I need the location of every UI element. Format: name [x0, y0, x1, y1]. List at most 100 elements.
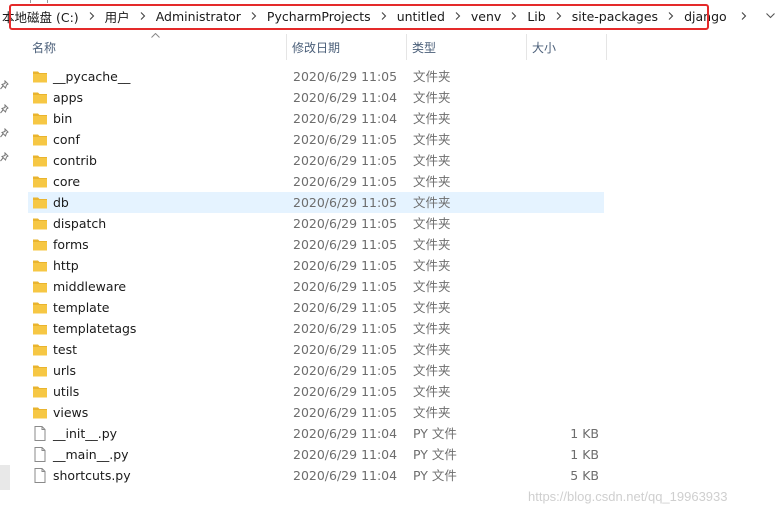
file-type: 文件夹: [413, 279, 451, 294]
file-type: 文件夹: [413, 342, 451, 357]
file-date: 2020/6/29 11:05: [293, 153, 398, 168]
column-header-type[interactable]: 类型: [407, 34, 526, 60]
folder-icon: [33, 302, 47, 314]
chevron-right-icon: [89, 12, 94, 20]
nav-pane-scroll-strip[interactable]: [0, 465, 10, 490]
chevron-right-icon: [556, 12, 561, 20]
file-row[interactable]: templatetags 2020/6/29 11:05 文件夹: [28, 318, 604, 339]
address-history-dropdown[interactable]: [760, 3, 780, 29]
column-header-size-label: 大小: [532, 40, 557, 55]
breadcrumb-item[interactable]: django: [679, 9, 732, 24]
file-row[interactable]: __main__.py 2020/6/29 11:04 PY 文件 1 KB: [28, 444, 604, 465]
folder-icon: [33, 113, 47, 125]
file-row[interactable]: core 2020/6/29 11:05 文件夹: [28, 171, 604, 192]
breadcrumb-item[interactable]: 用户: [100, 7, 135, 26]
file-row[interactable]: views 2020/6/29 11:05 文件夹: [28, 402, 604, 423]
file-name: urls: [53, 363, 77, 378]
file-name: core: [53, 174, 81, 189]
chevron-right-icon: [455, 12, 461, 20]
file-name: bin: [53, 111, 73, 126]
file-type: 文件夹: [413, 111, 451, 126]
breadcrumb-item[interactable]: venv: [466, 9, 506, 24]
file-date: 2020/6/29 11:05: [293, 279, 398, 294]
file-row[interactable]: apps 2020/6/29 11:04 文件夹: [28, 87, 604, 108]
file-row[interactable]: template 2020/6/29 11:05 文件夹: [28, 297, 604, 318]
breadcrumb-separator[interactable]: [84, 8, 100, 24]
sort-ascending-icon: [151, 33, 160, 38]
pin-icon[interactable]: [0, 80, 10, 90]
breadcrumb-separator[interactable]: [506, 8, 522, 24]
breadcrumb-separator[interactable]: [376, 8, 392, 24]
file-row[interactable]: dispatch 2020/6/29 11:05 文件夹: [28, 213, 604, 234]
breadcrumb-separator[interactable]: [450, 8, 466, 24]
file-type: 文件夹: [413, 321, 451, 336]
file-icon: [34, 447, 46, 462]
file-type: 文件夹: [413, 258, 451, 273]
breadcrumb-item[interactable]: PycharmProjects: [262, 9, 376, 24]
file-type: PY 文件: [413, 468, 457, 483]
folder-icon: [33, 344, 47, 356]
file-row[interactable]: middleware 2020/6/29 11:05 文件夹: [28, 276, 604, 297]
file-type: 文件夹: [413, 90, 451, 105]
breadcrumb-item[interactable]: untitled: [392, 9, 450, 24]
pin-icon[interactable]: [0, 104, 10, 114]
file-type: PY 文件: [413, 426, 457, 441]
watermark-text: https://blog.csdn.net/qq_19963933: [528, 489, 728, 504]
file-icon: [34, 426, 46, 441]
breadcrumb-separator[interactable]: [135, 8, 151, 24]
file-name: utils: [53, 384, 80, 399]
column-header-date[interactable]: 修改日期: [287, 34, 406, 60]
breadcrumb-separator[interactable]: [736, 8, 752, 24]
file-row[interactable]: bin 2020/6/29 11:04 文件夹: [28, 108, 604, 129]
column-divider[interactable]: [606, 34, 607, 60]
folder-icon: [33, 239, 47, 251]
breadcrumb-item[interactable]: Administrator: [151, 9, 246, 24]
file-date: 2020/6/29 11:04: [293, 426, 398, 441]
file-date: 2020/6/29 11:05: [293, 69, 398, 84]
file-row[interactable]: shortcuts.py 2020/6/29 11:04 PY 文件 5 KB: [28, 465, 604, 486]
breadcrumb-separator[interactable]: [246, 8, 262, 24]
file-row[interactable]: test 2020/6/29 11:05 文件夹: [28, 339, 604, 360]
breadcrumb-item[interactable]: Lib: [522, 9, 550, 24]
file-date: 2020/6/29 11:05: [293, 195, 398, 210]
file-date: 2020/6/29 11:05: [293, 405, 398, 420]
file-row[interactable]: http 2020/6/29 11:05 文件夹: [28, 255, 604, 276]
folder-icon: [33, 281, 47, 293]
chevron-right-icon: [511, 12, 517, 20]
file-date: 2020/6/29 11:04: [293, 468, 398, 483]
breadcrumb-item[interactable]: 本地磁盘 (C:): [0, 7, 84, 26]
file-type: 文件夹: [413, 153, 451, 168]
breadcrumb-item[interactable]: site-packages: [567, 9, 663, 24]
breadcrumb-separator[interactable]: [551, 8, 567, 24]
file-row[interactable]: forms 2020/6/29 11:05 文件夹: [28, 234, 604, 255]
file-row[interactable]: contrib 2020/6/29 11:05 文件夹: [28, 150, 604, 171]
file-row[interactable]: utils 2020/6/29 11:05 文件夹: [28, 381, 604, 402]
file-name: forms: [53, 237, 89, 252]
folder-icon: [33, 386, 47, 398]
file-name: __main__.py: [53, 447, 129, 462]
file-row[interactable]: __init__.py 2020/6/29 11:04 PY 文件 1 KB: [28, 423, 604, 444]
breadcrumb-separator[interactable]: [663, 8, 679, 24]
column-header-date-label: 修改日期: [292, 40, 341, 55]
chevron-down-icon: [765, 13, 775, 19]
breadcrumb-segment: PycharmProjects: [262, 8, 392, 24]
file-date: 2020/6/29 11:05: [293, 321, 398, 336]
file-row[interactable]: urls 2020/6/29 11:05 文件夹: [28, 360, 604, 381]
file-type: 文件夹: [413, 132, 451, 147]
file-date: 2020/6/29 11:05: [293, 363, 398, 378]
file-date: 2020/6/29 11:05: [293, 216, 398, 231]
file-date: 2020/6/29 11:05: [293, 174, 398, 189]
pin-icon[interactable]: [0, 152, 10, 162]
file-row[interactable]: conf 2020/6/29 11:05 文件夹: [28, 129, 604, 150]
file-row[interactable]: __pycache__ 2020/6/29 11:05 文件夹: [28, 66, 604, 87]
file-icon: [34, 468, 46, 483]
file-name: dispatch: [53, 216, 107, 231]
breadcrumb-segment: 本地磁盘 (C:): [0, 7, 100, 26]
breadcrumb[interactable]: 本地磁盘 (C:) 用户 Administrator PycharmProjects u…: [0, 3, 758, 29]
file-size: 1 KB: [570, 426, 599, 441]
pin-icon[interactable]: [0, 128, 10, 138]
file-name: test: [53, 342, 78, 357]
folder-icon: [33, 197, 47, 209]
column-header-size[interactable]: 大小: [527, 34, 607, 60]
file-row[interactable]: db 2020/6/29 11:05 文件夹: [28, 192, 604, 213]
